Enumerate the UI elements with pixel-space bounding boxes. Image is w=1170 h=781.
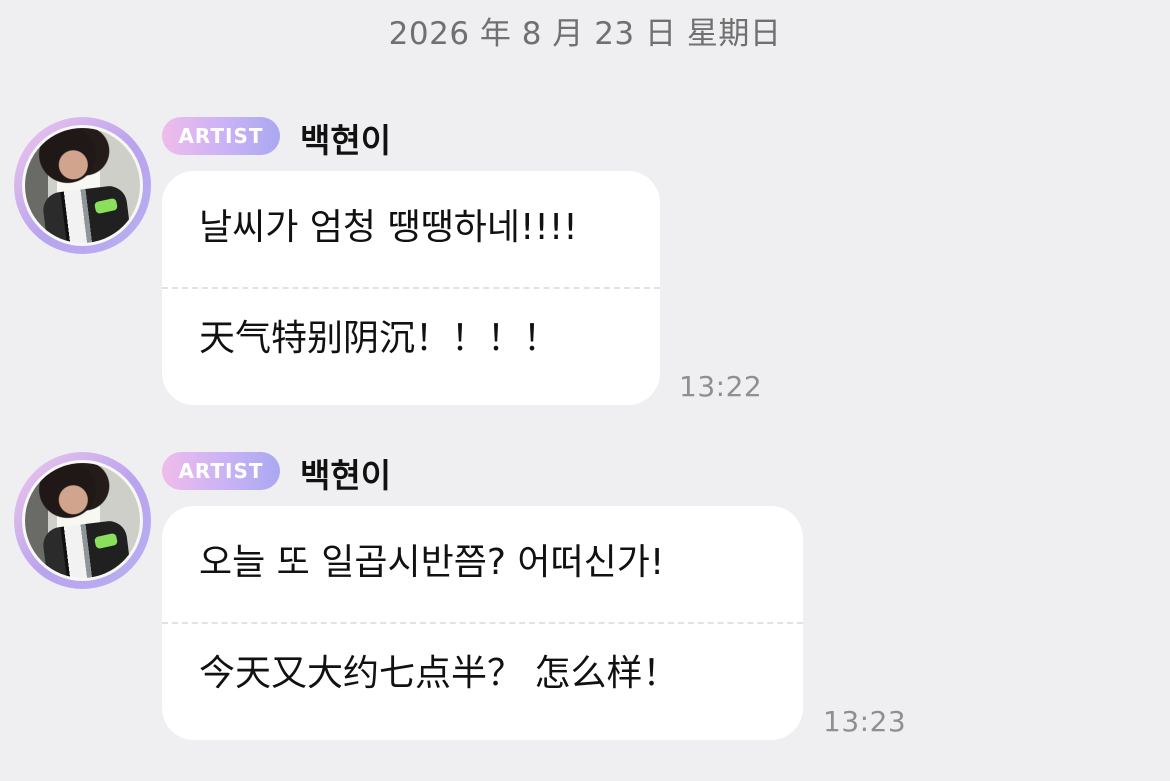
avatar-image — [22, 460, 143, 581]
message-line-korean: 날씨가 엄청 땡땡하네!!!! — [199, 207, 578, 248]
bubble-divider — [162, 287, 660, 289]
message-bubble[interactable]: 오늘 또 일곱시반쯤? 어떠신가! 今天又大约七点半？ 怎么样！ — [162, 506, 803, 740]
artist-badge: ARTIST — [162, 117, 280, 155]
message-group: ARTIST 백현이 오늘 또 일곱시반쯤? 어떠신가! 今天又大约七点半？ 怎… — [0, 452, 1170, 752]
message-line-chinese: 天气特别阴沉！！！！ — [199, 318, 560, 359]
avatar[interactable] — [14, 117, 151, 254]
sender-name[interactable]: 백현이 — [300, 114, 391, 162]
artist-badge: ARTIST — [162, 452, 280, 490]
message-group: ARTIST 백현이 날씨가 엄청 땡땡하네!!!! 天气特别阴沉！！！！ 13… — [0, 117, 1170, 407]
avatar-image — [22, 125, 143, 246]
message-line-chinese: 今天又大约七点半？ 怎么样！ — [199, 653, 679, 694]
message-time: 13:22 — [679, 370, 763, 403]
bubble-divider — [162, 622, 803, 624]
date-separator: 2026 年 8 月 23 日 星期日 — [388, 16, 782, 52]
sender-name[interactable]: 백현이 — [300, 449, 391, 497]
avatar[interactable] — [14, 452, 151, 589]
message-bubble[interactable]: 날씨가 엄청 땡땡하네!!!! 天气特别阴沉！！！！ — [162, 171, 660, 405]
message-line-korean: 오늘 또 일곱시반쯤? 어떠신가! — [199, 542, 665, 583]
message-time: 13:23 — [823, 705, 907, 738]
